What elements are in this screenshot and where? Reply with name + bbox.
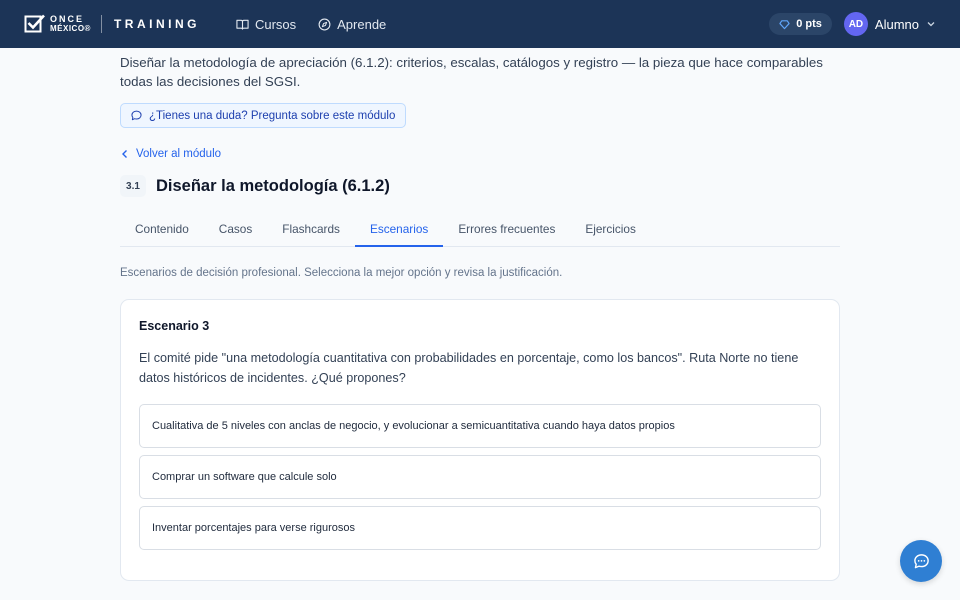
chat-assistant-button[interactable] [900, 540, 942, 582]
scenario-title: Escenario 3 [139, 319, 210, 333]
nav-item-cursos[interactable]: Cursos [236, 17, 296, 32]
scenario-question: El comité pide "una metodología cuantita… [139, 351, 799, 385]
chat-bubble-icon [131, 110, 142, 121]
page-title: Diseñar la metodología (6.1.2) [156, 176, 390, 195]
scenario-option-1[interactable]: Cualitativa de 5 niveles con anclas de n… [139, 404, 821, 448]
scenario-option-2[interactable]: Comprar un software que calcule solo [139, 455, 821, 499]
nav-item-label: Cursos [254, 16, 297, 32]
user-name: Alumno [874, 16, 919, 32]
scenario-card: Escenario 3 El comité pide "una metodolo… [120, 299, 840, 581]
module-intro: Diseñar la metodología de apreciación (6… [120, 55, 823, 89]
nav-item-aprende[interactable]: Aprende [318, 17, 386, 32]
main-nav: Cursos Aprende [236, 17, 386, 32]
chevron-down-icon [927, 22, 935, 27]
nav-item-label: Aprende [337, 16, 387, 32]
user-menu[interactable]: AD Alumno [843, 12, 936, 36]
topbar-right: 0 pts AD Alumno [769, 12, 936, 36]
compass-icon [318, 18, 331, 30]
lesson-tabs: Contenido Casos Flashcards Escenarios Er… [120, 213, 840, 247]
points-value: 0 pts [796, 18, 822, 30]
tab-errores-frecuentes[interactable]: Errores frecuentes [443, 213, 570, 247]
chevron-left-icon [122, 150, 127, 158]
logo-wordmark: ONCE MÉXICO® [50, 14, 91, 34]
back-to-module-link[interactable]: Volver al módulo [120, 146, 840, 162]
tab-casos[interactable]: Casos [204, 213, 267, 247]
scenarios-description: Escenarios de decisión profesional. Sele… [120, 267, 563, 279]
top-navigation-bar: ONCE MÉXICO® TRAINING Cursos Aprende 0 p… [0, 0, 960, 48]
points-badge[interactable]: 0 pts [769, 13, 832, 35]
checkbox-logo-icon [24, 14, 45, 33]
logo-text-bottom: MÉXICO® [50, 24, 91, 33]
tab-contenido[interactable]: Contenido [120, 213, 204, 247]
logo-product-name: TRAINING [113, 17, 200, 31]
lesson-header: 3.1 Diseñar la metodología (6.1.2) [120, 174, 840, 198]
logo-text-top: ONCE [50, 14, 85, 24]
chat-icon [913, 553, 929, 568]
back-link-label: Volver al módulo [136, 148, 222, 160]
scenario-option-3[interactable]: Inventar porcentajes para verse riguroso… [139, 506, 821, 550]
book-icon [236, 19, 249, 30]
lesson-number-badge: 3.1 [120, 175, 146, 197]
tab-escenarios[interactable]: Escenarios [354, 213, 444, 247]
ask-question-label: ¿Tienes una duda? Pregunta sobre este mó… [149, 109, 396, 122]
ask-question-button[interactable]: ¿Tienes una duda? Pregunta sobre este mó… [120, 103, 407, 128]
tab-ejercicios[interactable]: Ejercicios [570, 213, 650, 247]
gem-icon [779, 19, 790, 29]
main-content: Diseñar la metodología de apreciación (6… [120, 48, 840, 581]
logo-divider [100, 15, 102, 33]
tab-flashcards[interactable]: Flashcards [267, 213, 355, 247]
brand-logo[interactable]: ONCE MÉXICO® TRAINING [24, 13, 200, 35]
avatar: AD [843, 12, 868, 36]
